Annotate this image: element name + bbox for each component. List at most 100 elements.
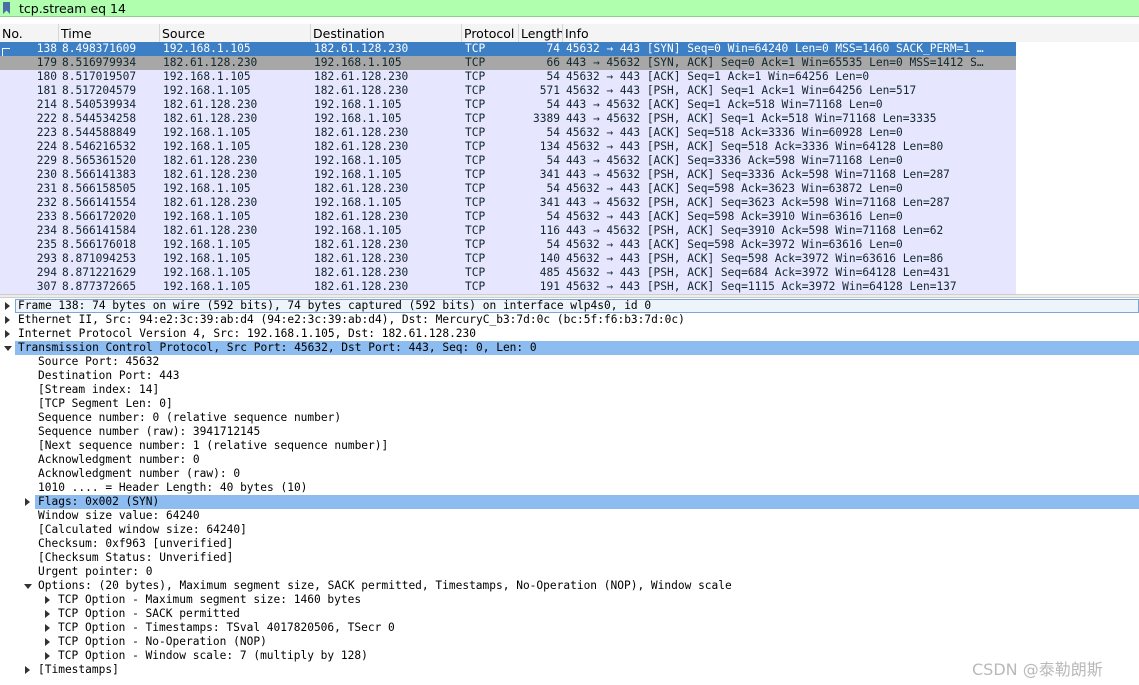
detail-tree-item[interactable]: Urgent pointer: 0 (0, 565, 1139, 579)
detail-tree-item[interactable]: [Checksum Status: Unverified] (0, 551, 1139, 565)
detail-tree-item[interactable]: Destination Port: 443 (0, 369, 1139, 383)
packet-list[interactable]: No. Time Source Destination Protocol Len… (0, 24, 1139, 294)
cell-length: 3389 (533, 112, 560, 125)
cell-source: 192.168.1.105 (163, 210, 251, 223)
table-row[interactable]: 224 8.546216532 192.168.1.105 182.61.128.23… (0, 140, 1016, 154)
detail-tree-item[interactable]: Acknowledgment number (raw): 0 (0, 467, 1139, 481)
table-row[interactable]: 222 8.544534258 182.61.128.230 192.168.1.10… (0, 112, 1016, 126)
detail-tree-item[interactable]: TCP Option - No-Operation (NOP) (0, 635, 1139, 649)
detail-tree-item[interactable]: [Stream index: 14] (0, 383, 1139, 397)
detail-tree-item[interactable]: Flags: 0x002 (SYN) (0, 495, 1139, 509)
table-row[interactable]: 180 8.517019507 192.168.1.105 182.61.128.23… (0, 70, 1016, 84)
cell-length: 74 (546, 42, 560, 55)
detail-tree-item[interactable]: [Timestamps] (0, 663, 1139, 677)
collapsed-arrow-icon[interactable] (5, 316, 10, 324)
detail-tree-item[interactable]: Source Port: 45632 (0, 355, 1139, 369)
detail-tree-item[interactable]: Ethernet II, Src: 94:e2:3c:39:ab:d4 (94:… (0, 313, 1139, 327)
table-row[interactable]: 293 8.871094253 192.168.1.105 182.61.128.23… (0, 252, 1016, 266)
detail-tree-item[interactable]: Options: (20 bytes), Maximum segment siz… (0, 579, 1139, 593)
column-header-no[interactable]: No. (0, 24, 59, 42)
bookmark-icon[interactable] (2, 2, 11, 14)
cell-no: 229 (36, 154, 57, 167)
column-header-length[interactable]: Length (519, 24, 563, 42)
detail-tree-label: Ethernet II, Src: 94:e2:3c:39:ab:d4 (94:… (18, 313, 685, 326)
collapsed-arrow-icon[interactable] (25, 666, 30, 674)
table-row[interactable]: 230 8.566141383 182.61.128.230 192.168.1.10… (0, 168, 1016, 182)
collapsed-arrow-icon[interactable] (25, 498, 30, 506)
cell-protocol: TCP (465, 56, 486, 69)
cell-protocol: TCP (465, 280, 486, 293)
collapsed-arrow-icon[interactable] (45, 638, 50, 646)
display-filter-input[interactable]: tcp.stream eq 14 (19, 1, 126, 16)
detail-tree-item[interactable]: TCP Option - SACK permitted (0, 607, 1139, 621)
collapsed-arrow-icon[interactable] (45, 610, 50, 618)
cell-length: 54 (546, 126, 560, 139)
cell-destination: 182.61.128.230 (314, 252, 409, 265)
table-row[interactable]: 179 8.516979934 182.61.128.230 192.168.1.10… (0, 56, 1016, 70)
table-row[interactable]: 307 8.877372665 192.168.1.105 182.61.128.23… (0, 280, 1016, 294)
detail-tree-label: Sequence number: 0 (relative sequence nu… (38, 411, 342, 424)
cell-no: 214 (36, 98, 57, 111)
detail-tree-item[interactable]: Sequence number (raw): 3941712145 (0, 425, 1139, 439)
cell-source: 182.61.128.230 (163, 112, 258, 125)
cell-info: 45632 → 443 [ACK] Seq=1 Ack=1 Win=64256 … (566, 70, 870, 83)
table-row[interactable]: 232 8.566141554 182.61.128.230 192.168.1.10… (0, 196, 1016, 210)
table-row[interactable]: 234 8.566141584 182.61.128.230 192.168.1.10… (0, 224, 1016, 238)
column-header-time[interactable]: Time (59, 24, 160, 42)
detail-tree-item[interactable]: Internet Protocol Version 4, Src: 192.16… (0, 327, 1139, 341)
cell-time: 8.517204579 (62, 84, 137, 97)
detail-tree-item[interactable]: [Next sequence number: 1 (relative seque… (0, 439, 1139, 453)
cell-info: 45632 → 443 [ACK] Seq=598 Ack=3910 Win=6… (566, 210, 903, 223)
collapsed-arrow-icon[interactable] (5, 330, 10, 338)
packet-details-tree[interactable]: Frame 138: 74 bytes on wire (592 bits), … (0, 299, 1139, 685)
table-row[interactable]: 223 8.544588849 192.168.1.105 182.61.128.23… (0, 126, 1016, 140)
pane-splitter[interactable] (0, 294, 1139, 298)
collapsed-arrow-icon[interactable] (5, 302, 10, 310)
detail-tree-item[interactable]: [TCP Segment Len: 0] (0, 397, 1139, 411)
cell-no: 294 (36, 266, 57, 279)
collapsed-arrow-icon[interactable] (45, 596, 50, 604)
detail-tree-item[interactable]: Checksum: 0xf963 [unverified] (0, 537, 1139, 551)
packet-rows: 138 8.498371609 192.168.1.105 182.61.128.23… (0, 42, 1016, 294)
column-header-protocol[interactable]: Protocol (462, 24, 519, 42)
column-header-destination[interactable]: Destination (311, 24, 462, 42)
detail-tree-item[interactable]: TCP Option - Maximum segment size: 1460 … (0, 593, 1139, 607)
detail-tree-item[interactable]: Transmission Control Protocol, Src Port:… (0, 341, 1139, 355)
detail-tree-item[interactable]: TCP Option - Window scale: 7 (multiply b… (0, 649, 1139, 663)
table-row[interactable]: 229 8.565361520 182.61.128.230 192.168.1.10… (0, 154, 1016, 168)
table-row[interactable]: 231 8.566158505 192.168.1.105 182.61.128.23… (0, 182, 1016, 196)
column-header-info[interactable]: Info (563, 24, 1139, 42)
cell-no: 235 (36, 238, 57, 251)
detail-tree-item[interactable]: Window size value: 64240 (0, 509, 1139, 523)
collapsed-arrow-icon[interactable] (45, 624, 50, 632)
column-header-source[interactable]: Source (160, 24, 311, 42)
cell-destination: 192.168.1.105 (314, 154, 402, 167)
detail-tree-item[interactable]: TCP Option - Timestamps: TSval 401782050… (0, 621, 1139, 635)
table-row[interactable]: 235 8.566176018 192.168.1.105 182.61.128.23… (0, 238, 1016, 252)
cell-protocol: TCP (465, 210, 486, 223)
table-row[interactable]: 138 8.498371609 192.168.1.105 182.61.128.23… (0, 42, 1016, 57)
cell-destination: 182.61.128.230 (314, 266, 409, 279)
detail-tree-item[interactable]: [Calculated window size: 64240] (0, 523, 1139, 537)
cell-protocol: TCP (465, 84, 486, 97)
expanded-arrow-icon[interactable] (4, 346, 12, 351)
detail-tree-item[interactable]: Acknowledgment number: 0 (0, 453, 1139, 467)
table-row[interactable]: 233 8.566172020 192.168.1.105 182.61.128.23… (0, 210, 1016, 224)
cell-destination: 182.61.128.230 (314, 280, 409, 293)
table-row[interactable]: 294 8.871221629 192.168.1.105 182.61.128.23… (0, 266, 1016, 280)
cell-source: 182.61.128.230 (163, 56, 258, 69)
detail-tree-item[interactable]: Frame 138: 74 bytes on wire (592 bits), … (0, 299, 1139, 313)
cell-info: 443 → 45632 [ACK] Seq=3336 Ack=598 Win=7… (566, 154, 903, 167)
detail-tree-item[interactable]: Sequence number: 0 (relative sequence nu… (0, 411, 1139, 425)
table-row[interactable]: 181 8.517204579 192.168.1.105 182.61.128.23… (0, 84, 1016, 98)
detail-tree-label: TCP Option - Timestamps: TSval 401782050… (58, 621, 395, 634)
detail-tree-item[interactable]: 1010 .... = Header Length: 40 bytes (10) (0, 481, 1139, 495)
watermark: CSDN @泰勒朗斯 (972, 660, 1103, 679)
display-filter-bar[interactable]: tcp.stream eq 14 (0, 0, 1139, 17)
table-row[interactable]: 214 8.540539934 182.61.128.230 192.168.1.10… (0, 98, 1016, 112)
cell-destination: 182.61.128.230 (314, 238, 409, 251)
detail-tree-label: [TCP Segment Len: 0] (38, 397, 173, 410)
collapsed-arrow-icon[interactable] (45, 652, 50, 660)
expanded-arrow-icon[interactable] (24, 584, 32, 589)
cell-info: 45632 → 443 [PSH, ACK] Seq=598 Ack=3972 … (566, 252, 944, 265)
